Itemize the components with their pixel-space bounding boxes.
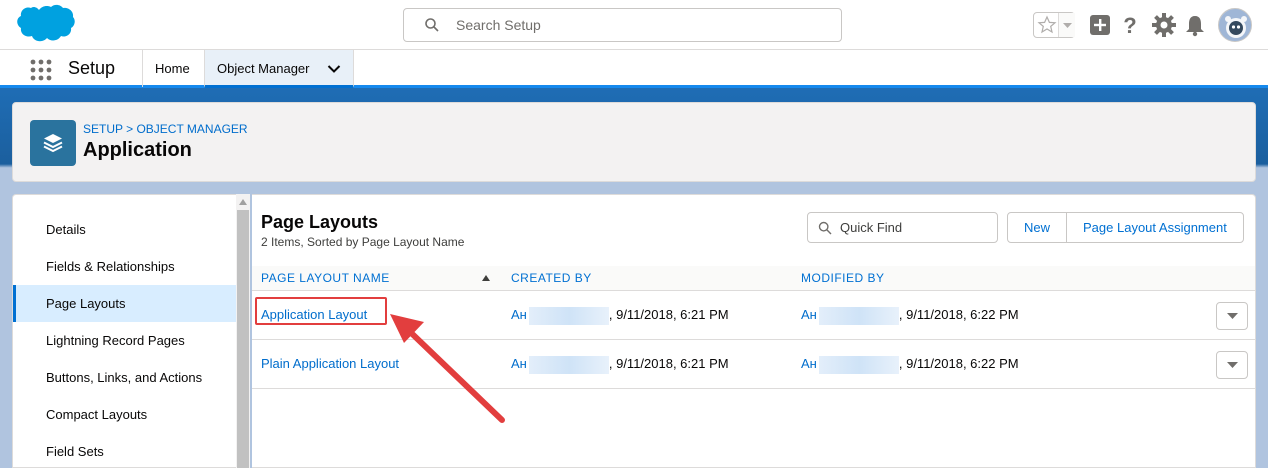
notifications-bell-icon[interactable] xyxy=(1182,12,1208,38)
created-date: , 9/11/2018, 6:21 PM xyxy=(608,356,729,371)
user-avatar[interactable] xyxy=(1218,8,1252,42)
tab-home[interactable]: Home xyxy=(142,50,204,87)
svg-text:?: ? xyxy=(1123,13,1136,38)
gear-icon[interactable] xyxy=(1151,12,1177,38)
salesforce-logo-icon[interactable] xyxy=(14,4,76,46)
modified-date: , 9/11/2018, 6:22 PM xyxy=(898,356,1019,371)
help-icon[interactable]: ? xyxy=(1117,12,1143,38)
chevron-down-icon xyxy=(1063,23,1072,28)
scrollbar-thumb[interactable] xyxy=(237,210,249,468)
layout-name-link[interactable]: Plain Application Layout xyxy=(261,340,399,388)
created-by-cell: Ан , 9/11/2018, 6:21 PM xyxy=(511,291,729,339)
object-icon xyxy=(30,120,76,166)
created-date: , 9/11/2018, 6:21 PM xyxy=(608,307,729,322)
created-by-user-link[interactable]: Ан xyxy=(511,307,527,322)
object-sidebar: Details Fields & Relationships Page Layo… xyxy=(12,194,250,468)
star-icon[interactable] xyxy=(1037,15,1057,35)
context-bar: Setup Home Object Manager xyxy=(0,50,1268,88)
tab-home-label: Home xyxy=(155,61,190,76)
sidebar-item-buttons-links-actions[interactable]: Buttons, Links, and Actions xyxy=(13,359,237,396)
list-actions: New Page Layout Assignment xyxy=(1007,212,1244,243)
search-input[interactable]: Search Setup xyxy=(456,9,541,41)
modified-by-user-link[interactable]: Ан xyxy=(801,307,817,322)
column-header-name[interactable]: PAGE LAYOUT NAME xyxy=(261,266,390,291)
sidebar-item-lightning-record-pages[interactable]: Lightning Record Pages xyxy=(13,322,237,359)
redacted-name xyxy=(818,355,899,374)
favorites-control[interactable] xyxy=(1033,12,1075,38)
modified-by-cell: Ан , 9/11/2018, 6:22 PM xyxy=(801,340,1019,388)
modified-by-cell: Ан , 9/11/2018, 6:22 PM xyxy=(801,291,1019,339)
modified-date: , 9/11/2018, 6:22 PM xyxy=(898,307,1019,322)
global-header: Search Setup ? xyxy=(0,0,1268,50)
redacted-name xyxy=(528,355,609,374)
created-by-user-link[interactable]: Ан xyxy=(511,356,527,371)
list-title: Page Layouts xyxy=(261,212,379,232)
table-row: Application Layout Ан , 9/11/2018, 6:21 P… xyxy=(252,291,1255,340)
tab-object-manager-label: Object Manager xyxy=(217,61,310,76)
search-icon xyxy=(818,221,832,235)
object-header: SETUP > OBJECT MANAGER Application xyxy=(12,102,1256,182)
chevron-down-icon xyxy=(1227,362,1238,368)
sidebar-item-page-layouts[interactable]: Page Layouts xyxy=(13,285,237,322)
list-subtitle: 2 Items, Sorted by Page Layout Name xyxy=(261,235,465,249)
sidebar-scrollbar[interactable] xyxy=(236,194,250,468)
page-layout-assignment-button[interactable]: Page Layout Assignment xyxy=(1066,213,1243,242)
new-button[interactable]: New xyxy=(1008,213,1066,242)
search-setup[interactable]: Search Setup xyxy=(403,8,842,42)
breadcrumb[interactable]: SETUP > OBJECT MANAGER xyxy=(83,122,248,136)
app-name: Setup xyxy=(68,58,116,78)
column-header-created-by[interactable]: CREATED BY xyxy=(511,266,592,291)
modified-by-user-link[interactable]: Ан xyxy=(801,356,817,371)
sidebar-item-field-sets[interactable]: Field Sets xyxy=(13,433,237,467)
app-launcher-icon[interactable] xyxy=(30,59,52,81)
astro-avatar-icon xyxy=(1219,9,1251,41)
scroll-up-arrow-icon[interactable] xyxy=(239,198,247,206)
row-actions-button[interactable] xyxy=(1216,302,1248,330)
chevron-down-icon[interactable] xyxy=(327,62,341,76)
sidebar-item-compact-layouts[interactable]: Compact Layouts xyxy=(13,396,237,433)
page-layouts-panel: Page Layouts 2 Items, Sorted by Page Lay… xyxy=(252,194,1256,468)
sort-ascending-icon[interactable] xyxy=(482,275,490,281)
layout-name-link[interactable]: Application Layout xyxy=(261,291,367,339)
layers-icon xyxy=(43,134,63,153)
global-actions-icon[interactable] xyxy=(1087,12,1113,38)
quick-find-input[interactable]: Quick Find xyxy=(840,213,902,242)
created-by-cell: Ан , 9/11/2018, 6:21 PM xyxy=(511,340,729,388)
search-icon xyxy=(425,18,439,32)
sidebar-item-details[interactable]: Details xyxy=(13,211,237,248)
sidebar-item-fields-relationships[interactable]: Fields & Relationships xyxy=(13,248,237,285)
table-row: Plain Application Layout Ан , 9/11/2018, … xyxy=(252,340,1255,389)
column-header-modified-by[interactable]: MODIFIED BY xyxy=(801,266,885,291)
table-header: PAGE LAYOUT NAME CREATED BY MODIFIED BY xyxy=(252,266,1255,291)
page-title: Application xyxy=(83,139,192,161)
quick-find-field[interactable]: Quick Find xyxy=(807,212,998,243)
favorites-dropdown[interactable] xyxy=(1058,13,1075,37)
tab-object-manager[interactable]: Object Manager xyxy=(204,50,354,88)
redacted-name xyxy=(818,306,899,325)
redacted-name xyxy=(528,306,609,325)
row-actions-button[interactable] xyxy=(1216,351,1248,379)
chevron-down-icon xyxy=(1227,313,1238,319)
